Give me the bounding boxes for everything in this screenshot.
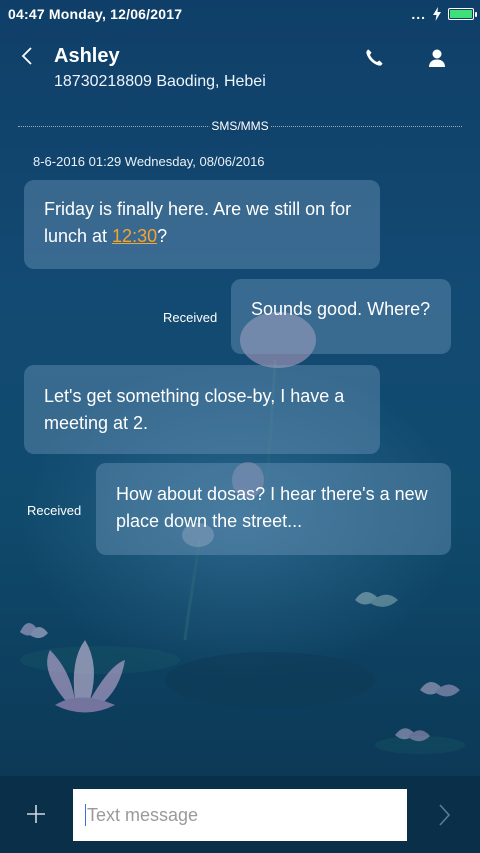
delivery-status: Received bbox=[163, 310, 218, 325]
message-text-end: ? bbox=[157, 226, 168, 246]
message-timestamp: 8-6-2016 01:29 Wednesday, 08/06/2016 bbox=[33, 154, 265, 169]
channel-label: SMS/MMS bbox=[209, 119, 271, 133]
message-text: Friday is finally here. Are we still on … bbox=[44, 199, 352, 246]
status-icons: ... bbox=[411, 6, 477, 22]
contact-name: Ashley bbox=[54, 45, 120, 67]
battery-icon bbox=[448, 8, 477, 20]
status-bar: 04:47 Monday, 12/06/2017 ... bbox=[0, 0, 480, 28]
conversation-header: Ashley 18730218809 Baoding, Hebei bbox=[0, 38, 480, 98]
text-message-input[interactable]: Text message bbox=[73, 789, 407, 841]
plus-icon[interactable] bbox=[24, 802, 48, 826]
input-placeholder: Text message bbox=[87, 804, 199, 825]
chevron-left-icon[interactable] bbox=[16, 44, 40, 68]
delivery-status: Received bbox=[27, 503, 82, 518]
channel-divider: SMS/MMS bbox=[18, 119, 462, 133]
person-icon[interactable] bbox=[425, 46, 449, 70]
message-text: Let's get something close-by, I have a m… bbox=[44, 386, 345, 433]
chevron-right-icon[interactable] bbox=[434, 803, 454, 827]
battery-level bbox=[450, 10, 472, 18]
message-bubble-outgoing[interactable]: Sounds good. Where? bbox=[231, 279, 451, 354]
charging-bolt-icon bbox=[433, 7, 441, 21]
status-time: 04:47 Monday, 12/06/2017 bbox=[8, 6, 183, 22]
message-text: Sounds good. Where? bbox=[251, 299, 431, 319]
message-bubble-incoming[interactable]: Friday is finally here. Are we still on … bbox=[24, 180, 380, 269]
message-bubble-incoming[interactable]: Let's get something close-by, I have a m… bbox=[24, 365, 380, 454]
text-cursor bbox=[85, 804, 86, 826]
phone-icon[interactable] bbox=[362, 46, 386, 70]
composer-bar: Text message bbox=[0, 776, 480, 853]
contact-number-location: 18730218809 Baoding, Hebei bbox=[54, 73, 266, 90]
message-text: How about dosas? I hear there's a new pl… bbox=[116, 484, 428, 531]
message-bubble-outgoing[interactable]: How about dosas? I hear there's a new pl… bbox=[96, 463, 451, 555]
time-link[interactable]: 12:30 bbox=[112, 226, 157, 246]
signal-dots-icon: ... bbox=[411, 6, 426, 22]
